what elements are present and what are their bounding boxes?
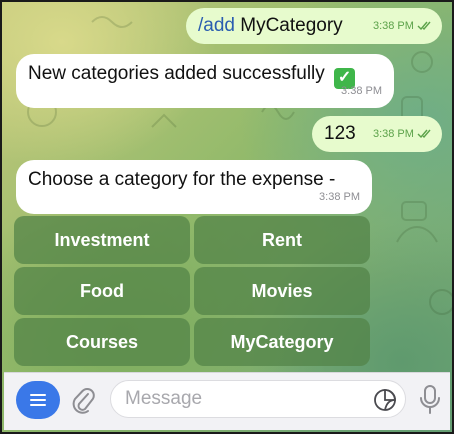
sticker-icon[interactable] (373, 388, 397, 412)
menu-icon (30, 394, 46, 406)
message-text: 123 (324, 123, 356, 144)
paperclip-icon[interactable] (70, 385, 96, 417)
message-bubble-incoming[interactable]: New categories added successfully ✓ 3:38… (16, 54, 394, 108)
message-time: 3:38 PM (372, 20, 414, 32)
message-text-body: New categories added successfully (28, 63, 325, 84)
message-input[interactable] (110, 380, 406, 418)
double-check-icon (417, 129, 431, 139)
message-text: /add MyCategory (198, 14, 343, 38)
message-text: New categories added successfully ✓ (28, 62, 356, 89)
message-text-body: MyCategory (234, 15, 343, 36)
keyboard-button-movies[interactable]: Movies (194, 267, 370, 315)
message-meta: 3:38 PM (373, 122, 432, 146)
message-time: 3:38 PM (319, 191, 360, 203)
keyboard-button-food[interactable]: Food (14, 267, 190, 315)
message-bubble-incoming[interactable]: Choose a category for the expense - 3:38… (16, 160, 372, 214)
microphone-icon[interactable] (418, 384, 442, 416)
keyboard-button-mycategory[interactable]: MyCategory (194, 318, 370, 366)
command-link[interactable]: /add (198, 15, 235, 36)
keyboard-button-rent[interactable]: Rent (194, 216, 370, 264)
keyboard-button-investment[interactable]: Investment (14, 216, 190, 264)
message-time: 3:38 PM (372, 128, 414, 140)
message-time: 3:38 PM (341, 85, 382, 97)
message-bubble-outgoing[interactable]: /add MyCategory 3:38 PM (186, 8, 442, 44)
chat-window: /add MyCategory 3:38 PM New categories a… (0, 0, 454, 434)
message-text: Choose a category for the expense - (28, 169, 336, 190)
message-bubble-outgoing[interactable]: 123 3:38 PM (312, 116, 442, 152)
keyboard-button-courses[interactable]: Courses (14, 318, 190, 366)
message-meta: 3:38 PM (373, 14, 432, 38)
bot-menu-button[interactable] (16, 381, 60, 419)
message-composer (4, 372, 450, 430)
double-check-icon (417, 21, 431, 31)
